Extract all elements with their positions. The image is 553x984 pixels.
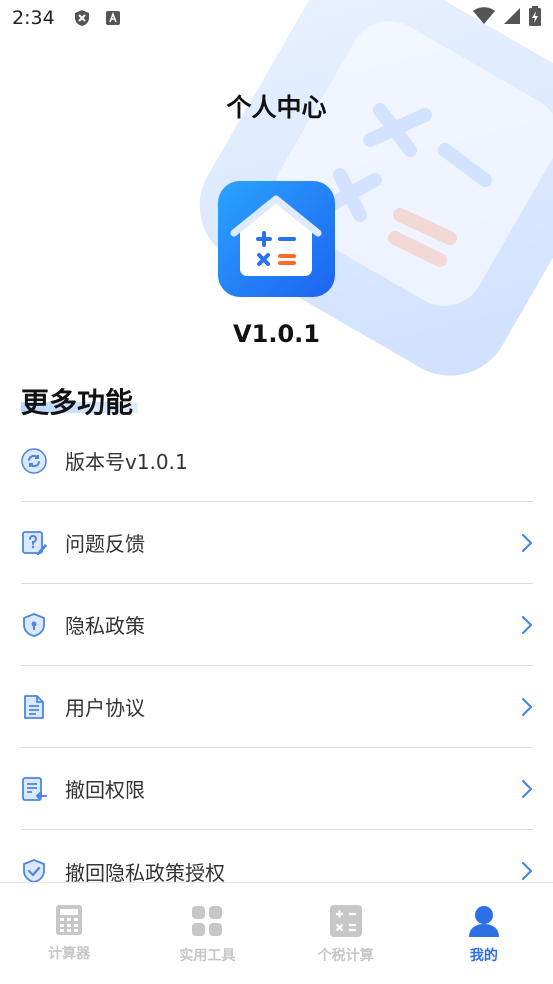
menu-item-version[interactable]: 版本号v1.0.1 [21,420,533,502]
tax-calc-icon [329,905,362,941]
menu-list: 版本号v1.0.1 问题反馈 隐私政策 用户协议 撤回权限 撤回隐私政策授权 [21,420,533,912]
chevron-right-icon [521,533,533,553]
tab-tools[interactable]: 实用工具 [138,883,276,984]
menu-item-user-agreement[interactable]: 用户协议 [21,666,533,748]
person-icon [468,905,500,941]
shield-lock-icon [21,612,47,638]
shield-x-icon [73,9,91,27]
tab-label: 个税计算 [317,948,374,964]
tab-tax-calculator[interactable]: 个税计算 [277,883,415,984]
menu-item-label: 撤回权限 [65,778,145,802]
tab-mine[interactable]: 我的 [415,883,553,984]
chevron-right-icon [521,697,533,717]
chevron-right-icon [521,861,533,881]
menu-item-privacy-policy[interactable]: 隐私政策 [21,584,533,666]
tab-label: 计算器 [48,946,91,962]
menu-item-revoke-permissions[interactable]: 撤回权限 [21,748,533,830]
refresh-icon [21,447,47,474]
section-title: 更多功能 [21,386,134,419]
status-bar: 2:34 [0,0,553,36]
menu-item-label: 隐私政策 [65,614,145,638]
bottom-tab-bar: 计算器 实用工具 个税计算 我的 [0,882,553,984]
document-icon [21,694,47,720]
chevron-right-icon [521,779,533,799]
wifi-icon [473,7,495,29]
tab-calculator[interactable]: 计算器 [0,883,138,984]
feedback-question-icon [21,530,47,556]
tab-label: 实用工具 [179,948,236,964]
app-version: V1.0.1 [233,320,320,348]
calculator-icon [55,905,83,939]
shield-check-icon [21,858,47,884]
signal-icon [503,7,521,29]
tab-label: 我的 [469,948,498,964]
menu-item-feedback[interactable]: 问题反馈 [21,502,533,584]
status-time: 2:34 [12,7,55,29]
battery-icon [529,6,541,30]
app-logo-icon [218,181,335,297]
menu-item-label: 问题反馈 [65,532,145,556]
menu-item-label: 版本号v1.0.1 [65,450,188,474]
menu-item-label: 用户协议 [65,696,145,720]
chevron-right-icon [521,615,533,635]
revoke-list-icon [21,776,47,802]
page-title: 个人中心 [226,93,327,122]
font-a-icon [105,10,121,26]
grid-tools-icon [191,905,223,941]
